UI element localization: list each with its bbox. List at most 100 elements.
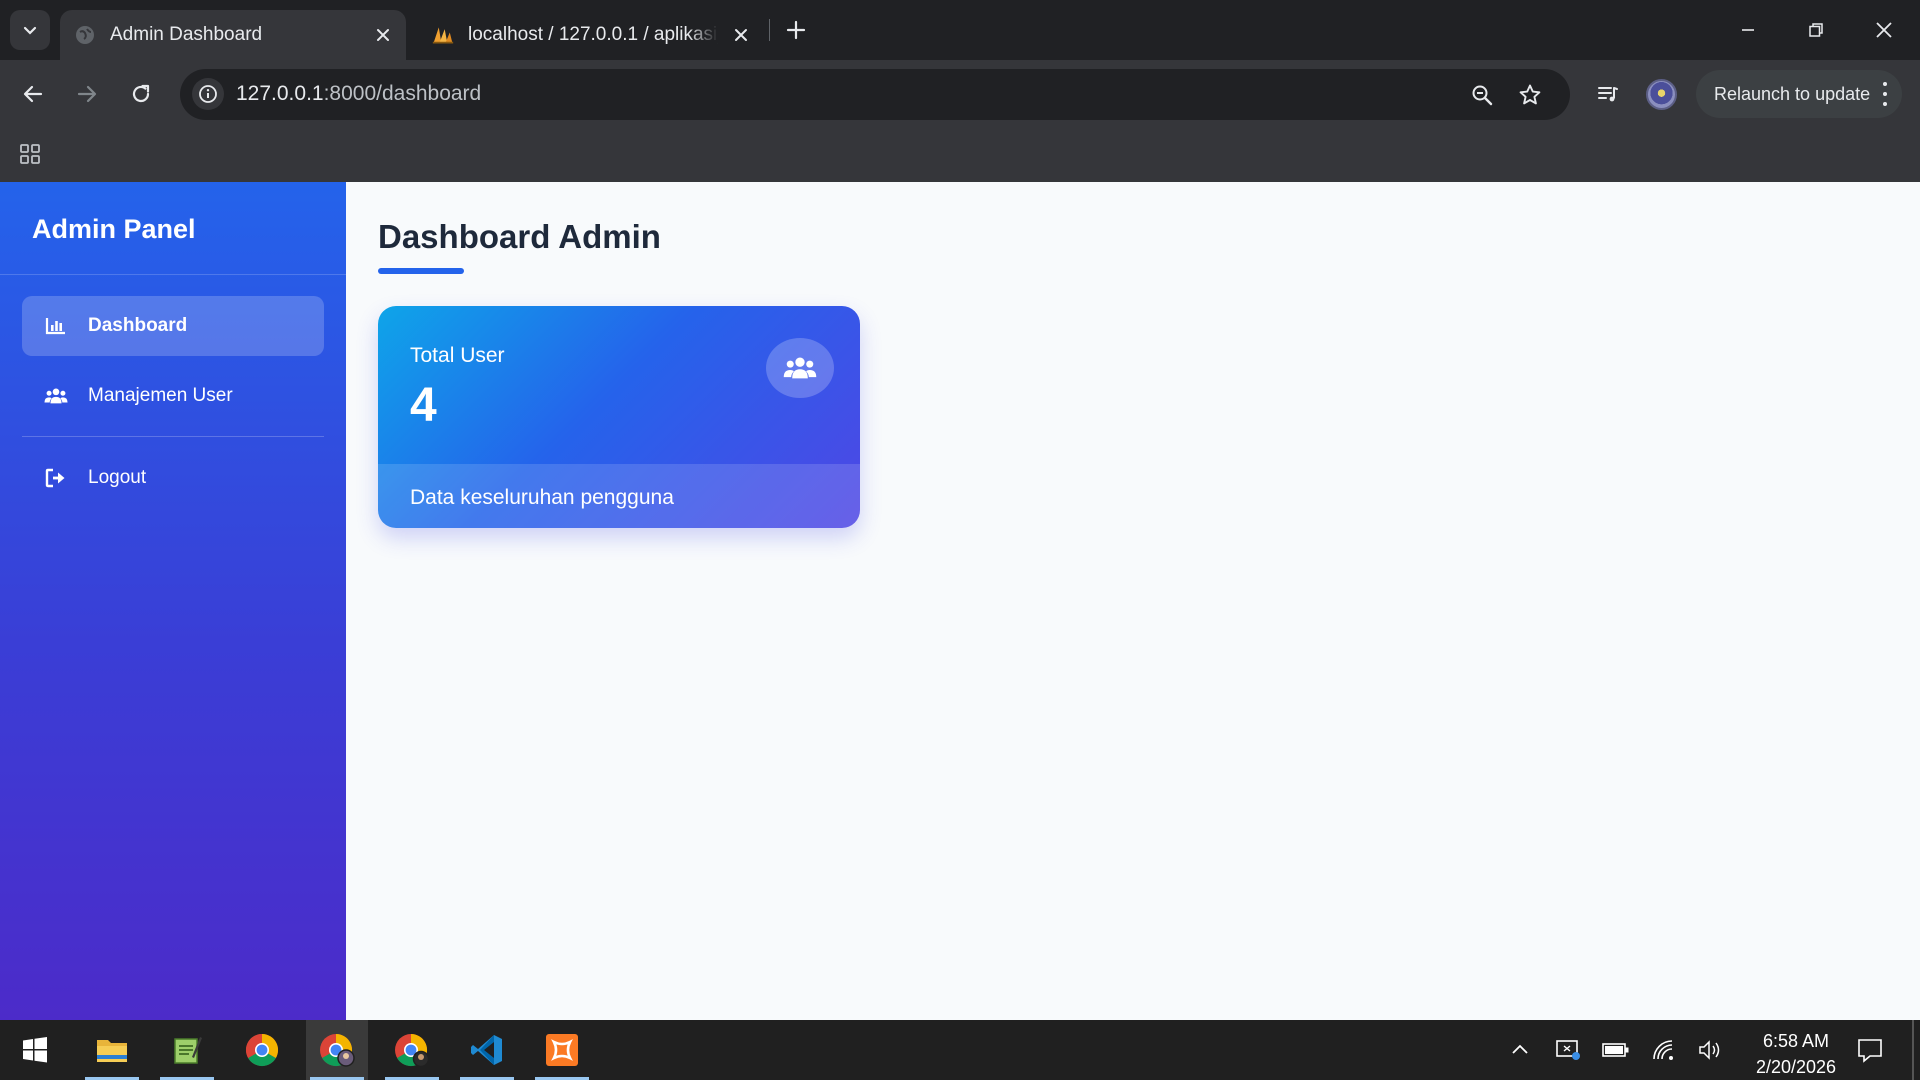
stat-card-footer: Data keseluruhan pengguna (378, 464, 860, 528)
chrome-profile-icon (395, 1034, 430, 1068)
sidebar-item-manajemen-user[interactable]: Manajemen User (22, 366, 324, 426)
forward-button[interactable] (67, 74, 107, 114)
chrome-profile-app[interactable] (306, 1020, 368, 1080)
star-icon (1519, 84, 1541, 105)
file-explorer-app[interactable] (81, 1020, 143, 1080)
chrome-profile-icon (320, 1034, 355, 1067)
notepad-app[interactable] (156, 1020, 218, 1080)
zoom-out-icon (1472, 85, 1493, 106)
bookmarks-bar (0, 128, 1920, 182)
page-title: Dashboard Admin (378, 218, 661, 255)
more-vertical-icon (1882, 82, 1888, 106)
xampp-icon (546, 1034, 578, 1066)
wifi-icon (1653, 1040, 1673, 1060)
title-underline (378, 268, 464, 274)
apps-shortcut-button[interactable] (14, 138, 46, 170)
stat-footer-text: Data keseluruhan pengguna (410, 486, 674, 509)
site-info-button[interactable] (192, 78, 224, 110)
tab-search-button[interactable] (10, 10, 50, 50)
restore-button[interactable] (1782, 0, 1850, 60)
tab-admin-dashboard[interactable]: Admin Dashboard (60, 10, 406, 60)
logout-icon (44, 466, 68, 490)
new-tab-button[interactable] (779, 13, 813, 47)
close-window-button[interactable] (1850, 0, 1918, 60)
chrome-profile-app-2[interactable] (381, 1020, 443, 1080)
brand-title: Admin Panel (32, 214, 196, 244)
notepad-icon (174, 1037, 202, 1064)
arrow-left-icon (23, 85, 43, 103)
relaunch-to-update-button[interactable]: Relaunch to update (1696, 70, 1902, 118)
vscode-app[interactable] (456, 1020, 518, 1080)
users-icon (44, 384, 68, 408)
system-clock[interactable]: 6:58 AM 2/20/2026 (1736, 1028, 1856, 1080)
playlist-music-icon (1598, 87, 1618, 102)
info-icon (199, 85, 217, 103)
stat-value: 4 (410, 379, 437, 432)
sidebar-item-label: Dashboard (88, 315, 188, 336)
address-bar[interactable]: 127.0.0.1:8000/dashboard (180, 69, 1570, 120)
zoom-button[interactable] (1466, 79, 1498, 111)
phpmyadmin-sail-icon (432, 24, 454, 46)
battery-tray-icon[interactable] (1602, 1036, 1630, 1064)
notification-icon (1858, 1039, 1882, 1063)
plus-icon (786, 20, 806, 40)
tab-title: localhost / 127.0.0.1 / aplikasi_manajem… (468, 24, 718, 45)
bookmark-star-button[interactable] (1514, 79, 1546, 111)
reload-icon (132, 84, 150, 103)
close-icon (1876, 22, 1892, 38)
globe-icon (74, 24, 96, 46)
brand-divider (0, 274, 346, 275)
chrome-icon (245, 1034, 279, 1067)
vscode-icon (471, 1035, 502, 1065)
chevron-up-icon (1512, 1044, 1528, 1054)
chevron-down-icon (23, 26, 37, 35)
xampp-app[interactable] (531, 1020, 593, 1080)
profile-avatar[interactable] (1646, 79, 1677, 110)
close-tab-icon[interactable] (728, 22, 754, 48)
restore-icon (1809, 23, 1823, 37)
url-path: :8000/dashboard (323, 82, 482, 105)
display-icon (1556, 1040, 1580, 1060)
browser-tab-strip: Admin Dashboard localhost / 127.0.0.1 / … (0, 0, 1920, 60)
start-button[interactable] (4, 1020, 66, 1080)
browser-toolbar: 127.0.0.1:8000/dashboard Relaunch to upd… (0, 60, 1920, 128)
chart-bar-icon (44, 314, 68, 338)
windows-logo-icon (23, 1037, 47, 1063)
battery-icon (1602, 1043, 1629, 1057)
stat-card-total-user: Total User 4 Data keseluruhan pengguna (378, 306, 860, 528)
main-content: Dashboard Admin Total User 4 Data keselu… (346, 182, 1920, 1020)
tab-title: Admin Dashboard (110, 24, 263, 45)
display-tray-icon[interactable] (1554, 1036, 1582, 1064)
stat-label: Total User (410, 344, 505, 367)
clock-time: 6:58 AM (1762, 1031, 1830, 1051)
media-control-button[interactable] (1588, 74, 1628, 114)
chrome-app[interactable] (231, 1020, 293, 1080)
taskbar: 6:58 AM 2/20/2026 (0, 1020, 1920, 1080)
users-icon (766, 338, 834, 398)
url-text[interactable]: 127.0.0.1:8000/dashboard (236, 82, 481, 106)
sidebar-item-dashboard[interactable]: Dashboard (22, 296, 324, 356)
show-desktop-button[interactable] (1912, 1020, 1914, 1080)
arrow-right-icon (77, 85, 97, 103)
close-tab-icon[interactable] (370, 22, 396, 48)
apps-grid-icon (20, 144, 40, 164)
notification-center-button[interactable] (1856, 1036, 1884, 1064)
sidebar-item-label: Logout (88, 467, 147, 488)
sidebar-item-logout[interactable]: Logout (22, 448, 324, 508)
minimize-icon (1742, 29, 1754, 31)
show-hidden-icons-button[interactable] (1506, 1036, 1534, 1064)
reload-button[interactable] (121, 74, 161, 114)
page-viewport: Admin Panel Dashboard Manajemen User Log… (0, 182, 1920, 1020)
tab-phpmyadmin[interactable]: localhost / 127.0.0.1 / aplikasi_manajem… (418, 10, 764, 60)
volume-tray-icon[interactable] (1696, 1036, 1724, 1064)
url-host: 127.0.0.1 (236, 82, 324, 105)
clock-date: 2/20/2026 (1755, 1057, 1837, 1077)
speaker-icon (1699, 1040, 1720, 1060)
sidebar-item-label: Manajemen User (88, 385, 233, 406)
network-tray-icon[interactable] (1650, 1036, 1678, 1064)
back-button[interactable] (13, 74, 53, 114)
minimize-button[interactable] (1714, 0, 1782, 60)
tab-divider (769, 19, 770, 41)
sidebar-divider (22, 436, 324, 437)
folder-icon (97, 1040, 127, 1062)
